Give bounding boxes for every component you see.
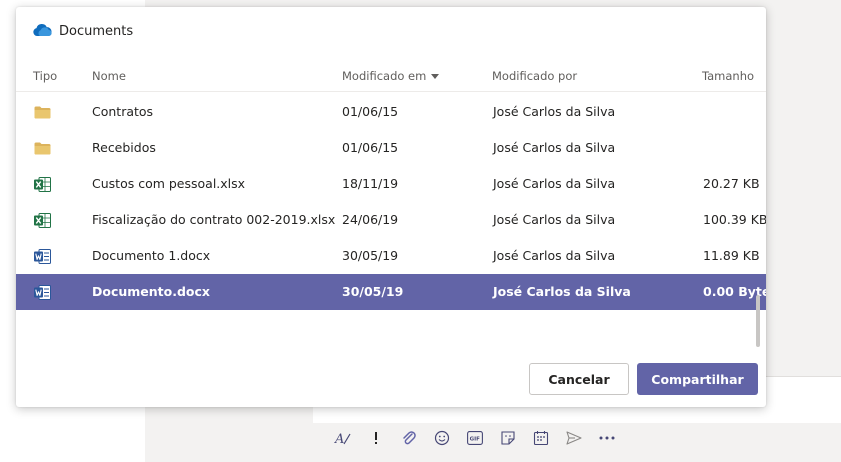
column-header-modified-by[interactable]: Modificado por [492, 69, 577, 83]
breadcrumb-label: Documents [59, 23, 134, 39]
file-modified-date: 30/05/19 [342, 248, 399, 263]
file-name: Custos com pessoal.xlsx [92, 176, 246, 191]
file-modified-date: 18/11/19 [342, 176, 399, 191]
file-share-dialog: Documents Tipo Nome Modificado em Modifi… [16, 7, 766, 407]
file-modified-date: 01/06/15 [342, 104, 399, 119]
file-modified-by: José Carlos da Silva [493, 248, 616, 263]
column-header-modified[interactable]: Modificado em [342, 69, 440, 83]
svg-text:A: A [334, 432, 344, 446]
column-headers: Tipo Nome Modificado em Modificado por T… [16, 69, 766, 89]
file-size: 100.39 KB [703, 212, 766, 227]
scrollbar-thumb[interactable] [756, 295, 760, 347]
file-name: Recebidos [92, 140, 156, 155]
sticker-icon[interactable] [491, 426, 524, 450]
file-modified-by: José Carlos da Silva [493, 284, 631, 299]
file-name: Documento 1.docx [92, 248, 211, 263]
file-modified-date: 30/05/19 [342, 284, 404, 299]
file-name: Fiscalização do contrato 002-2019.xlsx [92, 212, 336, 227]
gif-icon[interactable]: GIF [458, 426, 491, 450]
file-modified-by: José Carlos da Silva [493, 212, 616, 227]
file-modified-by: José Carlos da Silva [493, 140, 616, 155]
file-modified-date: 01/06/15 [342, 140, 399, 155]
folder-icon [34, 94, 54, 130]
file-modified-date: 24/06/19 [342, 212, 399, 227]
schedule-meeting-icon[interactable] [524, 426, 557, 450]
file-modified-by: José Carlos da Silva [493, 104, 616, 119]
file-name: Contratos [92, 104, 154, 119]
format-icon[interactable]: A [326, 426, 359, 450]
column-header-modified-label: Modificado em [342, 69, 427, 83]
file-modified-by: José Carlos da Silva [493, 176, 616, 191]
word-icon [34, 274, 54, 310]
file-row[interactable]: Contratos 01/06/15 José Carlos da Silva [16, 94, 766, 130]
share-button[interactable]: Compartilhar [637, 363, 758, 395]
file-row[interactable]: Fiscalização do contrato 002-2019.xlsx 24… [16, 202, 766, 238]
column-header-name[interactable]: Nome [92, 69, 126, 83]
file-size: 20.27 KB [703, 176, 760, 191]
sort-descending-icon [431, 74, 440, 79]
file-row[interactable]: Recebidos 01/06/15 José Carlos da Silva [16, 130, 766, 166]
word-icon [34, 238, 54, 274]
column-header-type[interactable]: Tipo [33, 69, 57, 83]
more-icon[interactable] [590, 426, 623, 450]
emoji-icon[interactable] [425, 426, 458, 450]
scrollbar[interactable] [756, 295, 760, 347]
breadcrumb[interactable]: Documents [32, 21, 133, 41]
file-size: 11.89 KB [703, 248, 760, 263]
attach-icon[interactable] [392, 426, 425, 450]
header-divider [16, 91, 766, 92]
file-row-selected[interactable]: Documento.docx 30/05/19 José Carlos da Sil… [16, 274, 766, 310]
cancel-button[interactable]: Cancelar [529, 363, 629, 395]
onedrive-cloud-icon [32, 22, 52, 41]
important-icon[interactable] [359, 426, 392, 450]
send-icon[interactable] [557, 426, 590, 450]
svg-text:GIF: GIF [469, 437, 480, 443]
folder-icon [34, 130, 54, 166]
excel-icon [34, 202, 54, 238]
compose-toolbar: A GIF [326, 426, 623, 450]
file-name: Documento.docx [92, 284, 210, 299]
column-header-size[interactable]: Tamanho [702, 69, 754, 83]
file-list: Contratos 01/06/15 José Carlos da Silva Rec… [16, 94, 766, 324]
file-row[interactable]: Documento 1.docx 30/05/19 José Carlos da S… [16, 238, 766, 274]
excel-icon [34, 166, 54, 202]
file-row[interactable]: Custos com pessoal.xlsx 18/11/19 José Carl… [16, 166, 766, 202]
